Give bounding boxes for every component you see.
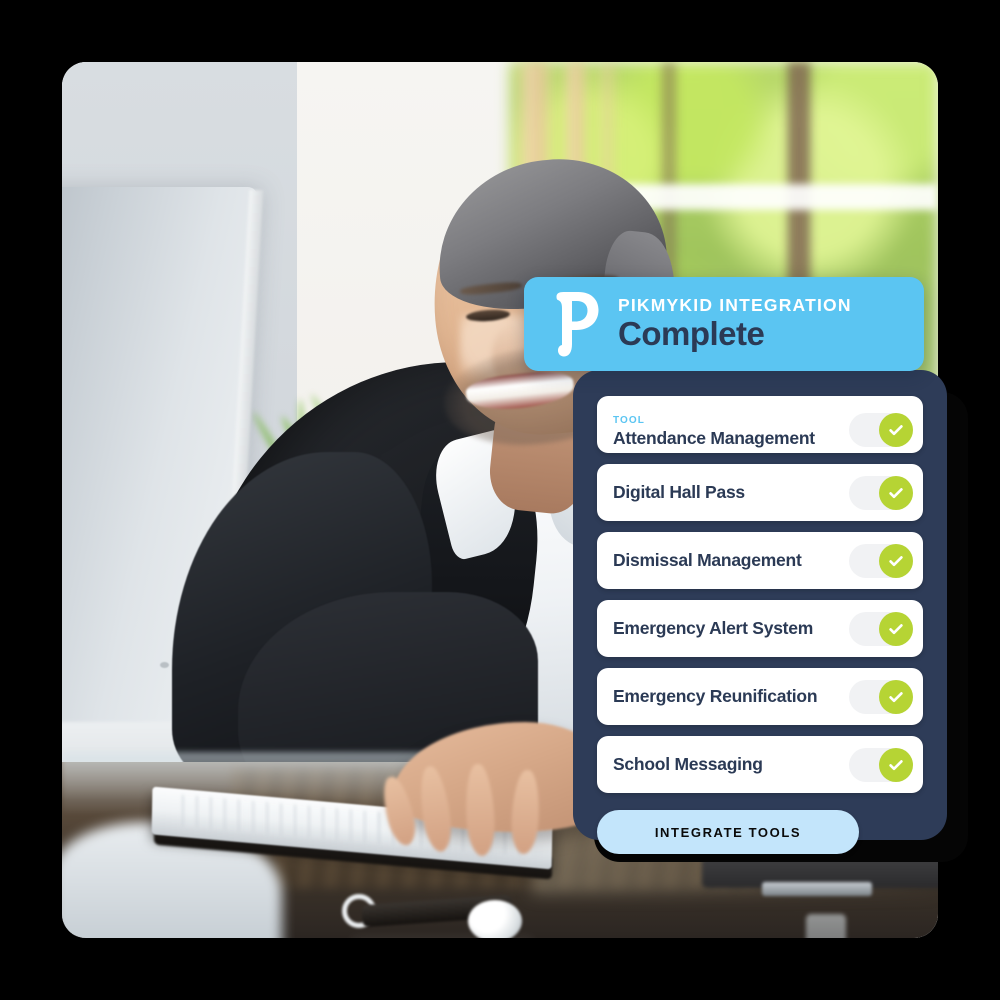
- check-icon: [887, 552, 905, 570]
- tool-name-label: School Messaging: [613, 755, 849, 773]
- tool-row[interactable]: TOOL Attendance Management: [597, 396, 923, 453]
- integration-status-banner: PIKMYKID INTEGRATION Complete: [524, 277, 924, 371]
- tool-text-block: TOOL Attendance Management: [613, 416, 849, 447]
- tool-toggle[interactable]: [849, 748, 913, 782]
- tool-toggle[interactable]: [849, 680, 913, 714]
- eyeglasses-lens: [468, 900, 522, 938]
- pikmykid-p-logo-icon: [546, 289, 602, 359]
- tool-row[interactable]: Digital Hall Pass: [597, 464, 923, 521]
- toggle-knob[interactable]: [879, 612, 913, 646]
- tool-row[interactable]: Emergency Reunification: [597, 668, 923, 725]
- tool-list: TOOL Attendance Management Digital Hall …: [597, 396, 923, 793]
- check-icon: [887, 756, 905, 774]
- tool-name-label: Emergency Reunification: [613, 687, 849, 705]
- check-icon: [887, 421, 905, 439]
- toggle-knob[interactable]: [879, 544, 913, 578]
- toggle-knob[interactable]: [879, 748, 913, 782]
- tool-text-block: Emergency Reunification: [613, 687, 849, 705]
- check-icon: [887, 620, 905, 638]
- tool-name-label: Emergency Alert System: [613, 619, 849, 637]
- tool-toggle[interactable]: [849, 476, 913, 510]
- drinking-glass: [806, 914, 846, 938]
- toggle-knob[interactable]: [879, 680, 913, 714]
- banner-eyebrow-label: PIKMYKID INTEGRATION: [618, 295, 852, 315]
- tool-text-block: Digital Hall Pass: [613, 483, 849, 501]
- check-icon: [887, 484, 905, 502]
- integrate-tools-button[interactable]: INTEGRATE TOOLS: [597, 810, 859, 854]
- laptop-front-lip: [762, 882, 872, 896]
- tool-name-label: Digital Hall Pass: [613, 483, 849, 501]
- tool-name-label: Attendance Management: [613, 429, 849, 447]
- tool-row[interactable]: Emergency Alert System: [597, 600, 923, 657]
- integration-panel: TOOL Attendance Management Digital Hall …: [573, 370, 947, 840]
- banner-title: Complete: [618, 316, 852, 353]
- screenshot-stage: TOOL Attendance Management Digital Hall …: [0, 0, 1000, 1000]
- check-icon: [887, 688, 905, 706]
- tool-text-block: Emergency Alert System: [613, 619, 849, 637]
- tool-toggle[interactable]: [849, 612, 913, 646]
- tool-row[interactable]: School Messaging: [597, 736, 923, 793]
- banner-text-block: PIKMYKID INTEGRATION Complete: [618, 295, 852, 352]
- toggle-knob[interactable]: [879, 476, 913, 510]
- toggle-knob[interactable]: [879, 413, 913, 447]
- tool-text-block: Dismissal Management: [613, 551, 849, 569]
- eyeglasses-reflection: [352, 934, 532, 938]
- tool-text-block: School Messaging: [613, 755, 849, 773]
- tool-toggle[interactable]: [849, 413, 913, 447]
- tool-toggle[interactable]: [849, 544, 913, 578]
- tool-name-label: Dismissal Management: [613, 551, 849, 569]
- tool-row[interactable]: Dismissal Management: [597, 532, 923, 589]
- tool-eyebrow-label: TOOL: [613, 416, 849, 426]
